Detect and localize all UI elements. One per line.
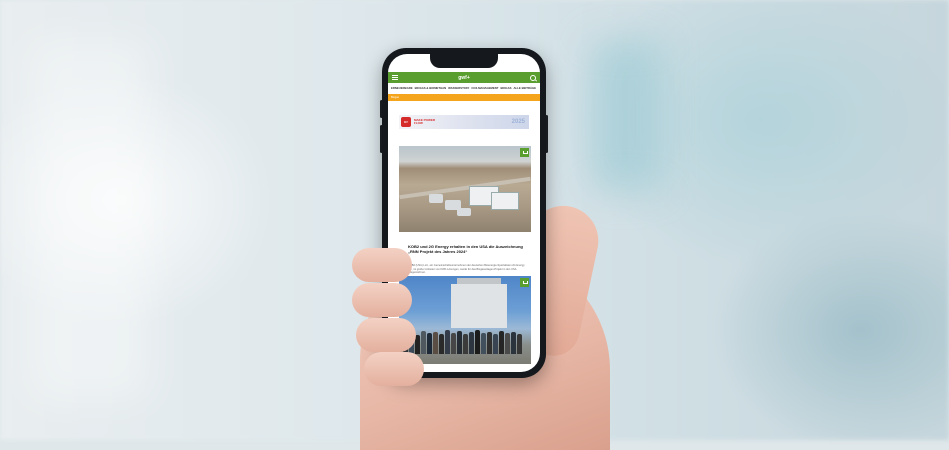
nav-item[interactable]: BIOGAS & BIOMETHAN	[415, 86, 447, 90]
hand-finger	[356, 318, 416, 352]
share-icon[interactable]	[520, 148, 529, 157]
image-detail	[491, 192, 519, 210]
nav-item[interactable]: ALLE BEITRÄGE	[514, 86, 537, 90]
nav-item[interactable]: ERNEUERBARE	[391, 86, 413, 90]
image-detail	[403, 328, 527, 354]
article-image-team[interactable]	[399, 276, 531, 364]
banner-year: 2025	[511, 119, 525, 125]
article-excerpt: KOB2 (USA) LLC, ein Gemeinschaftsunterne…	[408, 264, 525, 275]
share-icon[interactable]	[520, 278, 529, 287]
nav-item[interactable]: BIOGAS	[500, 86, 511, 90]
search-icon[interactable]	[530, 74, 536, 81]
section-bar: Biogas	[388, 94, 540, 101]
article-image-plant[interactable]	[399, 146, 531, 232]
nav-item[interactable]: WASSERSTOFF	[448, 86, 469, 90]
article-headline[interactable]: KOB2 und 2G Energy erhalten in den USA d…	[408, 244, 526, 254]
site-logo[interactable]: gwf+	[458, 75, 470, 81]
menu-icon[interactable]	[392, 75, 398, 80]
nav-item[interactable]: CO2-MANAGEMENT	[471, 86, 498, 90]
phone-notch	[430, 54, 498, 68]
image-detail	[457, 208, 471, 216]
section-label: Biogas	[391, 96, 399, 99]
hand-finger	[364, 352, 424, 386]
image-detail	[451, 284, 507, 328]
hand-finger	[352, 283, 412, 317]
background-blur-shape	[590, 40, 660, 190]
image-detail	[429, 194, 443, 203]
category-nav: ERNEUERBARE BIOGAS & BIOMETHAN WASSERSTO…	[388, 84, 540, 92]
banner-title: MAKE POWER FLOW	[414, 117, 435, 125]
hand-finger	[352, 248, 412, 282]
banner-logo: MP	[401, 117, 411, 127]
ad-banner[interactable]: MP MAKE POWER FLOW 2025	[399, 115, 529, 129]
site-header: gwf+	[388, 72, 540, 83]
background-blur-shape	[30, 40, 150, 400]
